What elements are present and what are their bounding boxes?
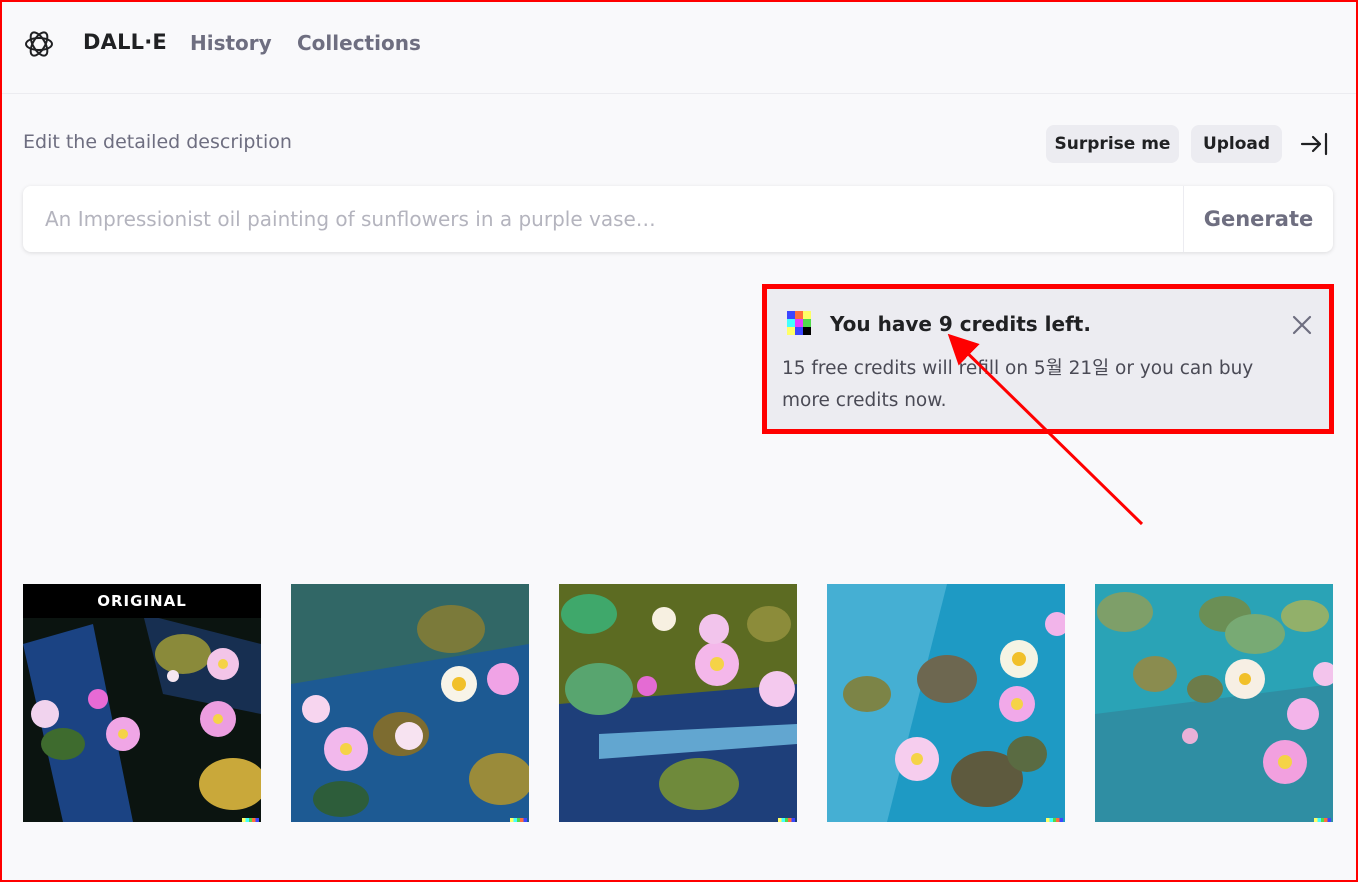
dalle-signature (778, 818, 795, 822)
original-label: ORIGINAL (23, 584, 261, 618)
variation-image-2[interactable] (559, 584, 797, 822)
upload-button[interactable]: Upload (1191, 125, 1282, 163)
generate-button[interactable]: Generate (1184, 186, 1333, 252)
dalle-signature (1314, 818, 1331, 822)
water-lily-image (291, 584, 529, 822)
openai-logo-icon[interactable] (23, 28, 55, 60)
credits-icon (787, 311, 811, 335)
toast-title: You have 9 credits left. (830, 312, 1091, 336)
variation-image-4[interactable] (1095, 584, 1333, 822)
original-image[interactable]: ORIGINAL (23, 584, 261, 822)
close-icon[interactable] (1290, 313, 1314, 337)
surprise-me-button[interactable]: Surprise me (1046, 125, 1179, 163)
edit-description-label: Edit the detailed description (23, 131, 292, 153)
credits-toast: You have 9 credits left. 15 free credits… (762, 284, 1334, 434)
nav-history-link[interactable]: History (190, 31, 272, 55)
water-lily-image (1095, 584, 1333, 822)
toast-body: 15 free credits will refill on 5월 21일 or… (782, 358, 1254, 411)
variation-image-3[interactable] (827, 584, 1065, 822)
variation-image-1[interactable] (291, 584, 529, 822)
water-lily-image (559, 584, 797, 822)
brand-link[interactable]: DALL·E (83, 30, 167, 54)
top-nav: DALL·E History Collections (0, 0, 1358, 94)
collapse-panel-icon[interactable] (1300, 131, 1330, 157)
water-lily-image (23, 584, 261, 822)
nav-collections-link[interactable]: Collections (297, 31, 421, 55)
dalle-signature (242, 818, 259, 822)
prompt-input[interactable] (23, 186, 1183, 252)
water-lily-image (827, 584, 1065, 822)
prompt-bar: Generate (23, 186, 1333, 252)
dalle-signature (1046, 818, 1063, 822)
dalle-signature (510, 818, 527, 822)
